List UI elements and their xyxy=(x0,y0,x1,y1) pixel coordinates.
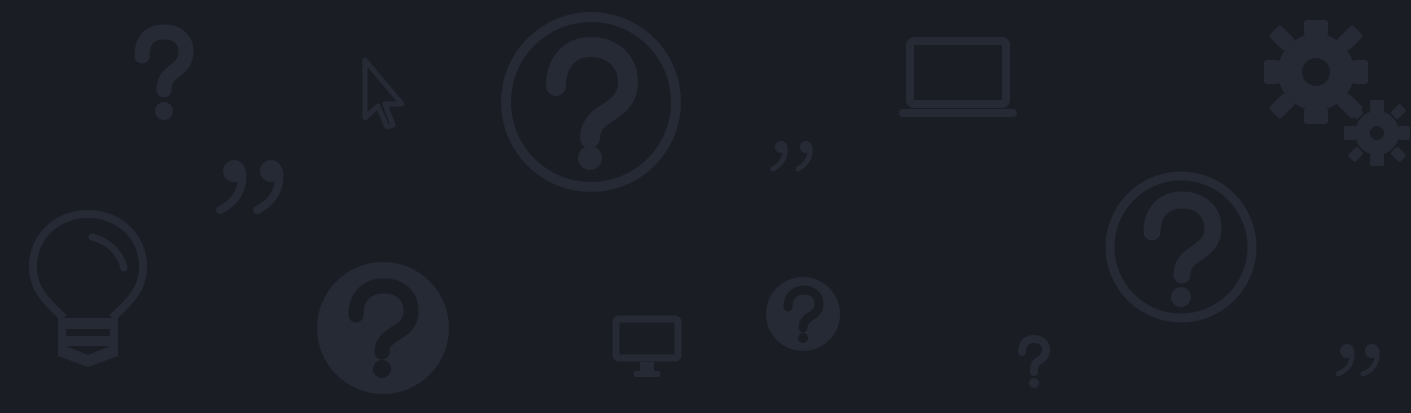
question-circle-solid-icon xyxy=(766,277,840,351)
hero-background xyxy=(0,0,1411,413)
icon-pattern xyxy=(0,0,1411,413)
question-circle-solid-icon xyxy=(317,262,449,394)
